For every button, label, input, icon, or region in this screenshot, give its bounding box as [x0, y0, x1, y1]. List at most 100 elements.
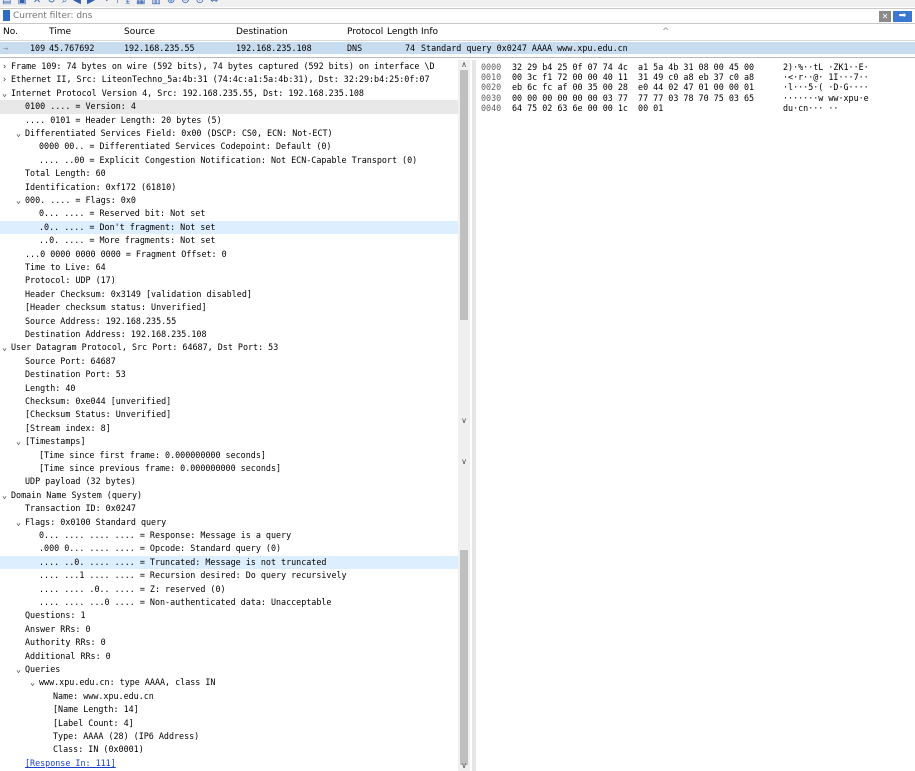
detail-tree-item[interactable]: 0... .... = Reserved bit: Not set: [0, 207, 458, 220]
detail-tree-item[interactable]: › Frame 109: 74 bytes on wire (592 bits),…: [0, 60, 458, 73]
detail-tree-item[interactable]: ⌄ www.xpu.edu.cn: type AAAA, class IN: [0, 676, 458, 689]
detail-tree-item[interactable]: ...0 0000 0000 0000 = Fragment Offset: 0: [0, 248, 458, 261]
clear-filter-button[interactable]: ✕: [879, 11, 891, 22]
packet-row[interactable]: → 109 45.767692 192.168.235.55 192.168.2…: [0, 42, 915, 54]
detail-tree-item[interactable]: ⌄ Domain Name System (query): [0, 489, 458, 502]
hex-row[interactable]: 0040 64 75 02 63 6e 00 00 1c 00 01 du·cn··…: [478, 103, 915, 113]
collapse-arrow-icon[interactable]: ⌄: [16, 194, 25, 207]
detail-tree-item[interactable]: Length: 40: [0, 382, 458, 395]
pane-splitter[interactable]: [472, 60, 476, 771]
detail-tree-item[interactable]: 0100 .... = Version: 4: [0, 100, 458, 114]
autoscroll-icon[interactable]: ▥: [151, 0, 160, 7]
details-scroll-thumb[interactable]: [460, 70, 468, 320]
column-info[interactable]: Info: [421, 27, 438, 37]
column-no[interactable]: No.: [3, 27, 18, 37]
detail-tree-item[interactable]: [Time since first frame: 0.000000000 sec…: [0, 449, 458, 462]
scroll-down-arrow-icon[interactable]: ∨: [458, 416, 470, 425]
detail-tree-item[interactable]: Source Address: 192.168.235.55: [0, 315, 458, 328]
detail-tree-item[interactable]: .... 0101 = Header Length: 20 bytes (5): [0, 114, 458, 127]
detail-tree-item[interactable]: Header Checksum: 0x3149 [validation disa…: [0, 288, 458, 301]
scroll-down-arrow-icon[interactable]: ∨: [458, 761, 470, 770]
detail-tree-item[interactable]: Answer RRs: 0: [0, 623, 458, 636]
detail-tree-item[interactable]: Destination Port: 53: [0, 368, 458, 381]
detail-tree-item[interactable]: Total Length: 60: [0, 167, 458, 180]
detail-tree-item[interactable]: Identification: 0xf172 (61810): [0, 181, 458, 194]
scroll-down-arrow-icon[interactable]: ∨: [458, 457, 470, 466]
folder-icon[interactable]: ▤: [2, 0, 11, 7]
hex-row[interactable]: 0020 eb 6c fc af 00 35 00 28 e0 44 02 47 …: [478, 82, 915, 92]
detail-tree-item[interactable]: [Checksum Status: Unverified]: [0, 408, 458, 421]
detail-tree-item[interactable]: Additional RRs: 0: [0, 650, 458, 663]
detail-tree-item[interactable]: Destination Address: 192.168.235.108: [0, 328, 458, 341]
save-icon[interactable]: ▣: [17, 0, 26, 7]
detail-tree-item[interactable]: [Stream index: 8]: [0, 422, 458, 435]
collapse-arrow-icon[interactable]: ⌄: [2, 489, 11, 502]
detail-tree-item[interactable]: [Name Length: 14]: [0, 703, 458, 716]
detail-tree-item[interactable]: Checksum: 0xe044 [unverified]: [0, 395, 458, 408]
detail-tree-item[interactable]: .0.. .... = Don't fragment: Not set: [0, 220, 458, 235]
bookmark-icon[interactable]: [3, 10, 10, 21]
collapse-arrow-icon[interactable]: ⌄: [2, 87, 11, 100]
collapse-arrow-icon[interactable]: ⌄: [16, 516, 25, 529]
detail-tree-item[interactable]: Questions: 1: [0, 609, 458, 622]
detail-tree-item[interactable]: Time to Live: 64: [0, 261, 458, 274]
detail-tree-item[interactable]: [Header checksum status: Unverified]: [0, 301, 458, 314]
response-in-link[interactable]: [Response In: 111]: [0, 757, 458, 770]
jump-icon[interactable]: ↷: [101, 0, 109, 7]
hex-row[interactable]: 0000 32 29 b4 25 0f 07 74 4c a1 5a 4b 31 …: [478, 62, 915, 72]
detail-tree-item[interactable]: .... ..0. .... .... = Truncated: Message…: [0, 555, 458, 570]
detail-tree-item[interactable]: Transaction ID: 0x0247: [0, 502, 458, 515]
detail-tree-item[interactable]: ..0. .... = More fragments: Not set: [0, 234, 458, 247]
close-icon[interactable]: ✕: [33, 0, 41, 7]
detail-tree-item[interactable]: .... ...1 .... .... = Recursion desired:…: [0, 569, 458, 582]
apply-filter-button[interactable]: ➡: [893, 11, 912, 22]
detail-tree-item[interactable]: Protocol: UDP (17): [0, 274, 458, 287]
collapse-arrow-icon[interactable]: ⌄: [2, 341, 11, 354]
colorize-icon[interactable]: ▦: [136, 0, 145, 7]
back-icon[interactable]: ◀: [73, 0, 81, 7]
detail-tree-item[interactable]: ⌄ Differentiated Services Field: 0x00 (DS…: [0, 127, 458, 140]
display-filter-input[interactable]: [13, 10, 873, 22]
detail-tree-item[interactable]: Name: www.xpu.edu.cn: [0, 690, 458, 703]
column-protocol[interactable]: Protocol: [347, 27, 383, 37]
column-length[interactable]: Length: [387, 27, 419, 37]
reload-icon[interactable]: ↻: [47, 0, 55, 7]
details-scrollbar[interactable]: ∧ ∨ ∨ ∨: [458, 60, 470, 771]
column-destination[interactable]: Destination: [236, 27, 288, 37]
collapse-arrow-icon[interactable]: ⌄: [30, 676, 39, 689]
detail-tree-item[interactable]: Class: IN (0x0001): [0, 743, 458, 756]
collapse-arrow-icon[interactable]: ⌄: [16, 435, 25, 448]
zoom-reset-icon[interactable]: ⊙: [196, 0, 204, 7]
detail-tree-item[interactable]: .... .... ...0 .... = Non-authenticated …: [0, 596, 458, 609]
detail-tree-item[interactable]: Type: AAAA (28) (IP6 Address): [0, 730, 458, 743]
scroll-up-arrow-icon[interactable]: ∧: [458, 60, 470, 69]
zoom-in-icon[interactable]: ⊕: [167, 0, 175, 7]
search-icon[interactable]: ⌕: [62, 0, 68, 7]
top-icon[interactable]: ⤒: [115, 0, 119, 7]
details-scroll-thumb-lower[interactable]: [460, 550, 468, 765]
collapse-arrow-icon[interactable]: ⌄: [16, 663, 25, 676]
forward-icon[interactable]: ▶: [87, 0, 95, 7]
expand-arrow-icon[interactable]: ›: [2, 73, 11, 86]
collapse-arrow-icon[interactable]: ⌄: [16, 127, 25, 140]
detail-tree-item[interactable]: ⌄ User Datagram Protocol, Src Port: 64687…: [0, 341, 458, 354]
hex-row[interactable]: 0010 00 3c f1 72 00 00 40 11 31 49 c0 a8 …: [478, 72, 915, 82]
detail-tree-item[interactable]: ⌄ Flags: 0x0100 Standard query: [0, 516, 458, 529]
detail-tree-item[interactable]: ⌄ Queries: [0, 663, 458, 676]
detail-tree-item[interactable]: Authority RRs: 0: [0, 636, 458, 649]
zoom-out-icon[interactable]: ⊖: [181, 0, 189, 7]
detail-tree-item[interactable]: Source Port: 64687: [0, 355, 458, 368]
detail-tree-item[interactable]: ⌄ Internet Protocol Version 4, Src: 192.1…: [0, 87, 458, 100]
detail-tree-item[interactable]: [Label Count: 4]: [0, 717, 458, 730]
resize-columns-icon[interactable]: ⇔: [210, 0, 218, 7]
expand-arrow-icon[interactable]: ›: [2, 60, 11, 73]
detail-tree-item[interactable]: UDP payload (32 bytes): [0, 475, 458, 488]
column-time[interactable]: Time: [49, 27, 71, 37]
detail-tree-item[interactable]: ⌄ [Timestamps]: [0, 435, 458, 448]
detail-tree-item[interactable]: ⌄ 000. .... = Flags: 0x0: [0, 194, 458, 207]
detail-tree-item[interactable]: › Ethernet II, Src: LiteonTechno_5a:4b:31…: [0, 73, 458, 86]
column-source[interactable]: Source: [124, 27, 155, 37]
detail-tree-item[interactable]: .000 0... .... .... = Opcode: Standard q…: [0, 542, 458, 555]
detail-tree-item[interactable]: .... ..00 = Explicit Congestion Notifica…: [0, 154, 458, 167]
detail-tree-item[interactable]: [Time since previous frame: 0.000000000 …: [0, 462, 458, 475]
